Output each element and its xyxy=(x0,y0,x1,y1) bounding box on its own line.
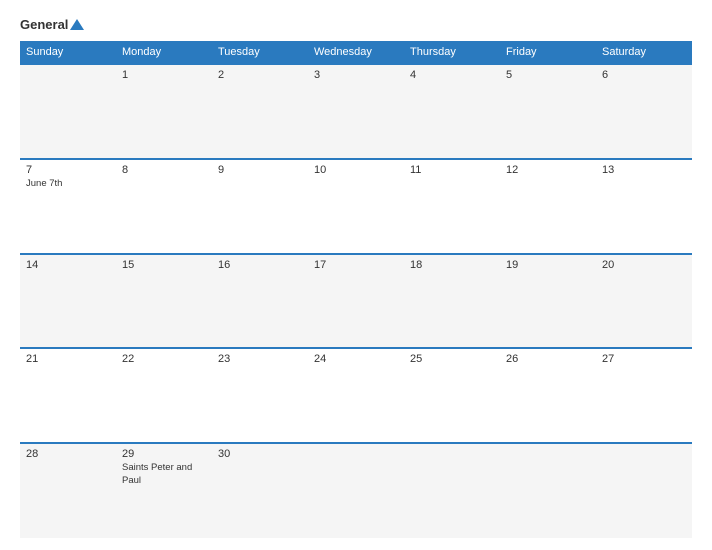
weekday-sunday: Sunday xyxy=(20,41,116,64)
calendar-header: General xyxy=(20,18,692,31)
day-number: 24 xyxy=(314,353,398,365)
day-number: 23 xyxy=(218,353,302,365)
calendar-cell: 7 June 7th xyxy=(20,159,116,254)
day-number: 4 xyxy=(410,69,494,81)
calendar-cell: 2 xyxy=(212,64,308,159)
day-number: 28 xyxy=(26,448,110,460)
weekday-tuesday: Tuesday xyxy=(212,41,308,64)
calendar-cell: 25 xyxy=(404,348,500,443)
day-number: 11 xyxy=(410,164,494,176)
day-number: 18 xyxy=(410,259,494,271)
calendar-cell: 17 xyxy=(308,254,404,349)
day-number: 5 xyxy=(506,69,590,81)
day-number: 7 xyxy=(26,164,110,176)
day-number: 1 xyxy=(122,69,206,81)
day-number: 20 xyxy=(602,259,686,271)
calendar-cell: 8 xyxy=(116,159,212,254)
day-number: 10 xyxy=(314,164,398,176)
calendar-cell: 15 xyxy=(116,254,212,349)
weekday-friday: Friday xyxy=(500,41,596,64)
calendar-cell: 30 xyxy=(212,443,308,538)
calendar-cell: 11 xyxy=(404,159,500,254)
day-event: Saints Peter and Paul xyxy=(122,462,206,487)
calendar-cell: 3 xyxy=(308,64,404,159)
calendar-cell: 20 xyxy=(596,254,692,349)
day-number: 17 xyxy=(314,259,398,271)
calendar-week-4: 21 22 23 24 25 26 27 xyxy=(20,348,692,443)
calendar-cell: 6 xyxy=(596,64,692,159)
day-number: 26 xyxy=(506,353,590,365)
calendar-cell: 10 xyxy=(308,159,404,254)
day-number: 21 xyxy=(26,353,110,365)
weekday-monday: Monday xyxy=(116,41,212,64)
calendar-cell: 26 xyxy=(500,348,596,443)
calendar-cell: 1 xyxy=(116,64,212,159)
calendar-cell: 28 xyxy=(20,443,116,538)
calendar-cell xyxy=(20,64,116,159)
calendar-table: SundayMondayTuesdayWednesdayThursdayFrid… xyxy=(20,41,692,538)
day-number: 9 xyxy=(218,164,302,176)
weekday-wednesday: Wednesday xyxy=(308,41,404,64)
calendar-cell: 9 xyxy=(212,159,308,254)
day-number: 8 xyxy=(122,164,206,176)
weekday-thursday: Thursday xyxy=(404,41,500,64)
day-number: 19 xyxy=(506,259,590,271)
day-number: 30 xyxy=(218,448,302,460)
logo: General xyxy=(20,18,84,31)
calendar-cell: 4 xyxy=(404,64,500,159)
calendar-cell: 24 xyxy=(308,348,404,443)
day-number: 12 xyxy=(506,164,590,176)
calendar-cell xyxy=(404,443,500,538)
calendar-cell: 13 xyxy=(596,159,692,254)
logo-triangle-icon xyxy=(70,19,84,30)
calendar-cell: 29 Saints Peter and Paul xyxy=(116,443,212,538)
day-number: 6 xyxy=(602,69,686,81)
calendar-week-2: 7 June 7th 89 10 11 12 13 xyxy=(20,159,692,254)
calendar-cell xyxy=(596,443,692,538)
day-number: 13 xyxy=(602,164,686,176)
calendar-cell: 21 xyxy=(20,348,116,443)
calendar-cell: 23 xyxy=(212,348,308,443)
calendar-cell xyxy=(500,443,596,538)
calendar-cell: 5 xyxy=(500,64,596,159)
calendar-cell: 19 xyxy=(500,254,596,349)
day-number: 29 xyxy=(122,448,206,460)
logo-general-text: General xyxy=(20,18,84,31)
weekday-header-row: SundayMondayTuesdayWednesdayThursdayFrid… xyxy=(20,41,692,64)
calendar-week-5: 28 29 Saints Peter and Paul 30 xyxy=(20,443,692,538)
calendar-cell: 27 xyxy=(596,348,692,443)
day-number: 15 xyxy=(122,259,206,271)
day-event: June 7th xyxy=(26,178,110,190)
calendar-week-1: 123456 xyxy=(20,64,692,159)
day-number: 3 xyxy=(314,69,398,81)
day-number: 25 xyxy=(410,353,494,365)
day-number: 2 xyxy=(218,69,302,81)
calendar-cell: 18 xyxy=(404,254,500,349)
calendar-cell: 16 xyxy=(212,254,308,349)
day-number: 27 xyxy=(602,353,686,365)
calendar-cell xyxy=(308,443,404,538)
day-number: 22 xyxy=(122,353,206,365)
calendar-cell: 14 xyxy=(20,254,116,349)
calendar-cell: 12 xyxy=(500,159,596,254)
calendar-cell: 22 xyxy=(116,348,212,443)
day-number: 14 xyxy=(26,259,110,271)
calendar-week-3: 14 15 16 17 18 19 20 xyxy=(20,254,692,349)
day-number: 16 xyxy=(218,259,302,271)
weekday-saturday: Saturday xyxy=(596,41,692,64)
calendar-page: General SundayMondayTuesdayWednesdayThur… xyxy=(0,0,712,550)
